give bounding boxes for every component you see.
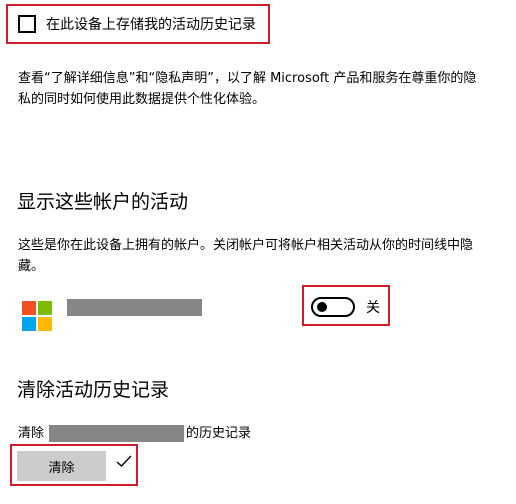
microsoft-logo-icon <box>22 301 52 331</box>
account-name-redacted <box>67 299 202 316</box>
checkmark-icon <box>116 455 132 467</box>
privacy-description: 查看“了解详细信息”和“隐私声明”，以了解 Microsoft 产品和服务在尊重… <box>18 71 477 107</box>
clear-suffix-text: 的历史记录 <box>186 426 252 441</box>
account-toggle-state-label: 关 <box>366 300 380 316</box>
clear-history-button[interactable]: 清除 <box>17 451 106 481</box>
clear-account-redacted <box>49 425 184 442</box>
accounts-section-description: 这些是你在此设备上拥有的帐户。关闭帐户可将帐户相关活动从你的时间线中隐藏。 <box>18 238 474 274</box>
accounts-section-heading: 显示这些帐户的活动 <box>17 191 189 213</box>
store-activity-checkbox-label[interactable]: 在此设备上存储我的活动历史记录 <box>46 15 256 35</box>
toggle-knob <box>317 302 327 312</box>
clear-section-heading: 清除活动历史记录 <box>17 379 170 401</box>
clear-prefix-text: 清除 <box>18 426 45 441</box>
store-activity-checkbox[interactable] <box>18 15 36 33</box>
account-activity-toggle[interactable] <box>311 297 355 317</box>
